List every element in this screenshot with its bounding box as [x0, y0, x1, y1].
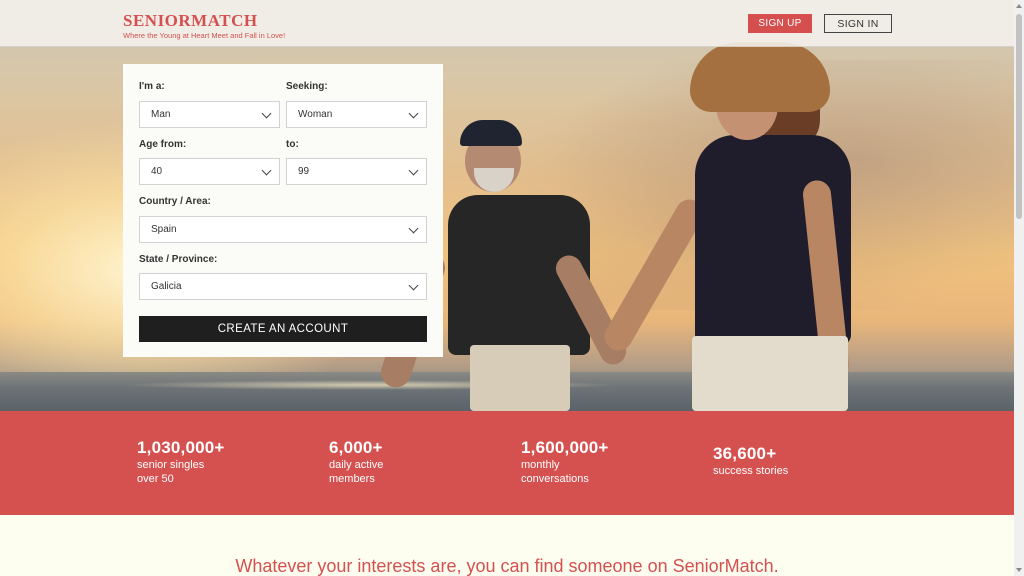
seeking-select[interactable]: Woman	[286, 101, 427, 128]
section-headline: Whatever your interests are, you can fin…	[235, 556, 779, 576]
stat-text: monthly conversations	[521, 459, 589, 485]
age-from-label: Age from:	[139, 139, 187, 150]
country-value: Spain	[151, 224, 177, 235]
stat-text: daily active members	[329, 459, 384, 485]
chevron-down-icon	[261, 165, 272, 176]
age-to-value: 99	[298, 166, 310, 177]
stat-number: 6,000+	[329, 438, 383, 457]
i-am-value: Man	[151, 109, 171, 120]
chevron-down-icon	[408, 108, 419, 119]
age-from-value: 40	[151, 166, 163, 177]
scrollbar-thumb[interactable]	[1016, 14, 1022, 219]
stat-text: success stories	[713, 465, 789, 477]
chevron-down-icon	[261, 108, 272, 119]
scroll-down-arrow-icon[interactable]	[1016, 568, 1022, 572]
seeking-value: Woman	[298, 109, 333, 120]
chevron-down-icon	[408, 280, 419, 291]
site-header: SENIORMATCH Where the Young at Heart Mee…	[0, 0, 1014, 47]
age-from-select[interactable]: 40	[139, 158, 280, 185]
man-pants	[470, 345, 570, 411]
chevron-down-icon	[408, 223, 419, 234]
woman-pants	[692, 336, 848, 411]
seeking-label: Seeking:	[286, 81, 328, 92]
state-label: State / Province:	[139, 254, 218, 265]
stat-number: 1,600,000+	[521, 438, 609, 457]
chevron-down-icon	[408, 165, 419, 176]
scroll-up-arrow-icon[interactable]	[1016, 4, 1022, 8]
i-am-label: I'm a:	[139, 81, 165, 92]
site-tagline: Where the Young at Heart Meet and Fall i…	[123, 31, 286, 40]
signin-button[interactable]: SIGN IN	[824, 14, 892, 33]
state-select[interactable]: Galicia	[139, 273, 427, 300]
country-select[interactable]: Spain	[139, 216, 427, 243]
vertical-scrollbar[interactable]	[1014, 0, 1024, 576]
age-to-select[interactable]: 99	[286, 158, 427, 185]
country-label: Country / Area:	[139, 196, 211, 207]
man-cap	[460, 120, 522, 146]
stat-text: senior singles over 50	[137, 459, 205, 485]
stat-item: 1,600,000+ monthly conversations	[521, 438, 611, 486]
signup-button[interactable]: SIGN UP	[748, 14, 812, 33]
stat-item: 1,030,000+ senior singles over 50	[137, 438, 225, 486]
stat-item: 36,600+ success stories	[713, 444, 823, 478]
site-logo[interactable]: SENIORMATCH	[123, 11, 258, 31]
state-value: Galicia	[151, 281, 182, 292]
stat-number: 36,600+	[713, 444, 777, 463]
stat-item: 6,000+ daily active members	[329, 438, 399, 486]
i-am-select[interactable]: Man	[139, 101, 280, 128]
stats-band: 1,030,000+ senior singles over 50 6,000+…	[0, 411, 1014, 515]
age-to-label: to:	[286, 139, 299, 150]
signup-form: I'm a: Man Seeking: Woman Age from: 40 t…	[123, 64, 443, 357]
stat-number: 1,030,000+	[137, 438, 225, 457]
woman-hat	[690, 42, 830, 112]
create-account-button[interactable]: CREATE AN ACCOUNT	[139, 316, 427, 342]
